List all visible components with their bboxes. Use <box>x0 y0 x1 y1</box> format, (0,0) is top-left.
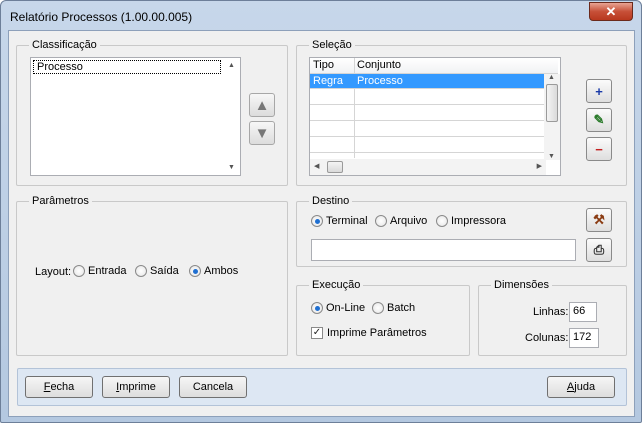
cancela-button[interactable]: Cancela <box>179 376 247 398</box>
radio-ambos[interactable]: Ambos <box>189 265 238 277</box>
classificacao-label: Classificação <box>29 38 100 52</box>
move-down-button[interactable]: ▼ <box>249 121 275 145</box>
linhas-input[interactable]: 66 <box>569 302 597 322</box>
dialog-client: Classificação Processo ▲ ▼ ▲ ▼ Seleção T… <box>8 30 635 417</box>
dimensoes-label: Dimensões <box>491 278 553 292</box>
radio-indicator[interactable] <box>311 215 323 227</box>
table-row[interactable]: Regra Processo <box>310 74 558 89</box>
arrow-down-icon: ▼ <box>254 124 270 142</box>
radio-indicator[interactable] <box>372 302 384 314</box>
list-item[interactable]: Processo <box>33 60 221 74</box>
imprime-button[interactable]: Imprime <box>102 376 170 398</box>
close-icon: ✕ <box>605 3 617 19</box>
parametros-label: Parâmetros <box>29 194 92 208</box>
tools-icon: ⚒ <box>593 212 605 227</box>
layout-label: Layout: <box>35 266 72 278</box>
remove-selection-button[interactable]: − <box>586 137 612 161</box>
printer-setup-button[interactable]: ⎙ <box>586 238 612 262</box>
table-row[interactable] <box>310 122 558 137</box>
button-bar: Fecha Imprime Cancela Ajuda <box>17 368 627 406</box>
arrow-up-icon: ▲ <box>254 96 270 114</box>
radio-impressora[interactable]: Impressora <box>436 215 506 227</box>
radio-label: Saída <box>150 265 179 277</box>
scroll-thumb[interactable] <box>546 84 558 122</box>
move-up-button[interactable]: ▲ <box>249 93 275 117</box>
radio-indicator[interactable] <box>436 215 448 227</box>
edit-pencil-icon: ✎ <box>593 112 605 127</box>
selecao-group: Seleção Tipo Conjunto Regra Processo ▲ ▼… <box>296 38 627 186</box>
scroll-down-icon[interactable]: ▼ <box>548 153 555 160</box>
radio-label: Batch <box>387 302 416 314</box>
cell-conjunto: Processo <box>357 75 403 87</box>
radio-terminal[interactable]: Terminal <box>311 215 368 227</box>
radio-label: Entrada <box>88 265 127 277</box>
radio-indicator[interactable] <box>73 265 85 277</box>
fecha-button[interactable]: Fecha <box>25 376 93 398</box>
classificacao-list[interactable]: Processo ▲ ▼ <box>30 57 241 176</box>
add-row-icon: + <box>595 83 603 99</box>
radio-label: Terminal <box>326 215 368 227</box>
radio-indicator[interactable] <box>375 215 387 227</box>
table-row[interactable] <box>310 90 558 105</box>
grid-header: Tipo Conjunto <box>310 58 558 74</box>
destino-path-input[interactable] <box>311 239 576 261</box>
execucao-label: Execução <box>309 278 364 292</box>
window-title: Relatório Processos (1.00.00.005) <box>10 10 193 24</box>
parametros-group: Parâmetros Layout: Entrada Saída Ambos <box>16 194 288 356</box>
edit-selection-button[interactable]: ✎ <box>586 108 612 132</box>
scroll-up-icon[interactable]: ▲ <box>548 74 555 81</box>
scroll-right-icon[interactable]: ▶ <box>537 162 542 170</box>
ajuda-button[interactable]: Ajuda <box>547 376 615 398</box>
table-row[interactable] <box>310 138 558 153</box>
radio-label: On-Line <box>326 302 366 314</box>
radio-saida[interactable]: Saída <box>135 265 179 277</box>
radio-indicator[interactable] <box>311 302 323 314</box>
column-header-conjunto[interactable]: Conjunto <box>357 59 401 71</box>
colunas-label: Colunas: <box>525 332 569 344</box>
vertical-scrollbar[interactable]: ▲ ▼ <box>224 58 240 175</box>
column-header-tipo[interactable]: Tipo <box>313 59 334 71</box>
radio-indicator[interactable] <box>189 265 201 277</box>
execucao-group: Execução On-Line Batch ✓ Imprime Parâmet… <box>296 278 470 356</box>
selecao-label: Seleção <box>309 38 355 52</box>
scroll-up-icon[interactable]: ▲ <box>228 62 235 69</box>
dialog-window: Relatório Processos (1.00.00.005) ✕ Clas… <box>0 0 642 423</box>
add-selection-button[interactable]: + <box>586 79 612 103</box>
linhas-label: Linhas: <box>533 306 569 318</box>
table-row[interactable] <box>310 106 558 121</box>
destino-group: Destino Terminal Arquivo Impressora ⚒ ⎙ <box>296 194 627 267</box>
close-button[interactable]: ✕ <box>589 2 633 21</box>
radio-label: Impressora <box>451 215 507 227</box>
grid-horizontal-scrollbar[interactable]: ◀ ▶ <box>310 159 546 175</box>
tools-button[interactable]: ⚒ <box>586 208 612 232</box>
remove-row-icon: − <box>595 141 603 157</box>
radio-label: Ambos <box>204 265 239 277</box>
radio-indicator[interactable] <box>135 265 147 277</box>
hscroll-thumb[interactable] <box>327 161 343 173</box>
imprime-parametros-checkbox[interactable]: ✓ Imprime Parâmetros <box>311 327 427 339</box>
dimensoes-group: Dimensões Linhas: 66 Colunas: 172 <box>478 278 627 356</box>
check-icon[interactable]: ✓ <box>311 327 323 339</box>
radio-label: Arquivo <box>390 215 428 227</box>
destino-label: Destino <box>309 194 353 208</box>
title-bar[interactable]: Relatório Processos (1.00.00.005) ✕ <box>1 1 641 31</box>
grid-vertical-scrollbar[interactable]: ▲ ▼ <box>544 74 560 160</box>
radio-arquivo[interactable]: Arquivo <box>375 215 427 227</box>
selecao-grid[interactable]: Tipo Conjunto Regra Processo ▲ ▼ ◀ ▶ <box>309 57 561 176</box>
scroll-down-icon[interactable]: ▼ <box>228 164 235 171</box>
scroll-left-icon[interactable]: ◀ <box>314 162 319 170</box>
cell-tipo: Regra <box>313 75 343 87</box>
radio-entrada[interactable]: Entrada <box>73 265 127 277</box>
classificacao-group: Classificação Processo ▲ ▼ ▲ ▼ <box>16 38 288 186</box>
radio-online[interactable]: On-Line <box>311 302 365 314</box>
printer-icon: ⎙ <box>593 242 605 257</box>
colunas-input[interactable]: 172 <box>569 328 599 348</box>
radio-batch[interactable]: Batch <box>372 302 415 314</box>
checkbox-label: Imprime Parâmetros <box>327 327 427 339</box>
